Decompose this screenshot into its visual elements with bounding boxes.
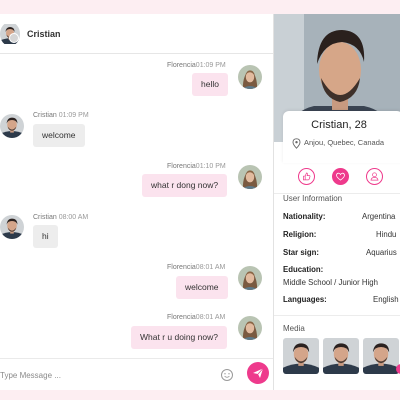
message-input[interactable] xyxy=(0,367,210,383)
message-meta: Florencia08:01 AM xyxy=(167,264,226,271)
profile-panel: Cristian, 28 Anjou, Quebec, Canada User … xyxy=(273,14,400,390)
message-meta: Florencia01:10 PM xyxy=(167,163,226,170)
location-pin-icon xyxy=(292,136,301,149)
message-composer xyxy=(0,358,273,390)
message-meta: Cristian 01:09 PM xyxy=(33,112,89,119)
chat-header: Cristian xyxy=(0,14,273,54)
sender-avatar xyxy=(0,114,24,138)
message-bubble: hello xyxy=(192,73,228,96)
star-sign-value: Aquarius xyxy=(366,248,397,257)
message-bubble: welcome xyxy=(33,124,85,147)
nationality-value: Argentina xyxy=(362,212,396,221)
message-meta: Florencia08:01 AM xyxy=(167,314,226,321)
heart-icon xyxy=(336,172,345,181)
nationality-label: Nationality: xyxy=(283,212,326,221)
user-information-title: User Information xyxy=(283,194,343,203)
smiley-icon[interactable] xyxy=(220,368,234,382)
chat-panel: Cristian Florencia01:09 PM hello Cristia… xyxy=(0,14,273,390)
education-label: Education: xyxy=(283,265,324,274)
languages-value: English xyxy=(373,295,399,304)
profile-name-card: Cristian, 28 Anjou, Quebec, Canada xyxy=(283,111,400,163)
message-bubble: welcome xyxy=(176,276,228,299)
star-sign-label: Star sign: xyxy=(283,248,319,257)
message-meta: Florencia01:09 PM xyxy=(167,62,226,69)
media-more-badge[interactable] xyxy=(396,364,400,374)
like-button[interactable] xyxy=(298,168,315,185)
sender-avatar xyxy=(238,165,262,189)
profile-actions xyxy=(274,164,400,194)
religion-label: Religion: xyxy=(283,230,317,239)
sender-avatar xyxy=(0,215,24,239)
profile-name: Cristian, 28 xyxy=(311,119,367,131)
status-badge xyxy=(9,33,19,43)
contact-name: Cristian xyxy=(27,29,61,39)
media-thumbnail[interactable] xyxy=(363,338,399,374)
profile-location: Anjou, Quebec, Canada xyxy=(304,138,385,147)
media-thumbnail[interactable] xyxy=(283,338,319,374)
sender-avatar xyxy=(238,266,262,290)
media-thumbnail[interactable] xyxy=(323,338,359,374)
sender-avatar xyxy=(238,316,262,340)
send-button[interactable] xyxy=(247,362,269,384)
favorite-button[interactable] xyxy=(332,168,349,185)
user-icon xyxy=(370,172,379,181)
religion-value: Hindu xyxy=(376,230,397,239)
message-bubble: hi xyxy=(33,225,58,248)
profile-button[interactable] xyxy=(366,168,383,185)
message-bubble: what r dong now? xyxy=(142,174,228,197)
thumbs-up-icon xyxy=(303,172,311,181)
paper-plane-icon xyxy=(253,368,264,378)
languages-label: Languages: xyxy=(283,295,327,304)
sender-avatar xyxy=(238,65,262,89)
message-bubble: What r u doing now? xyxy=(131,326,227,349)
education-value: Middle School / Junior High xyxy=(283,278,378,287)
divider xyxy=(274,315,400,316)
message-meta: Cristian 08:00 AM xyxy=(33,214,89,221)
media-title: Media xyxy=(283,324,305,333)
